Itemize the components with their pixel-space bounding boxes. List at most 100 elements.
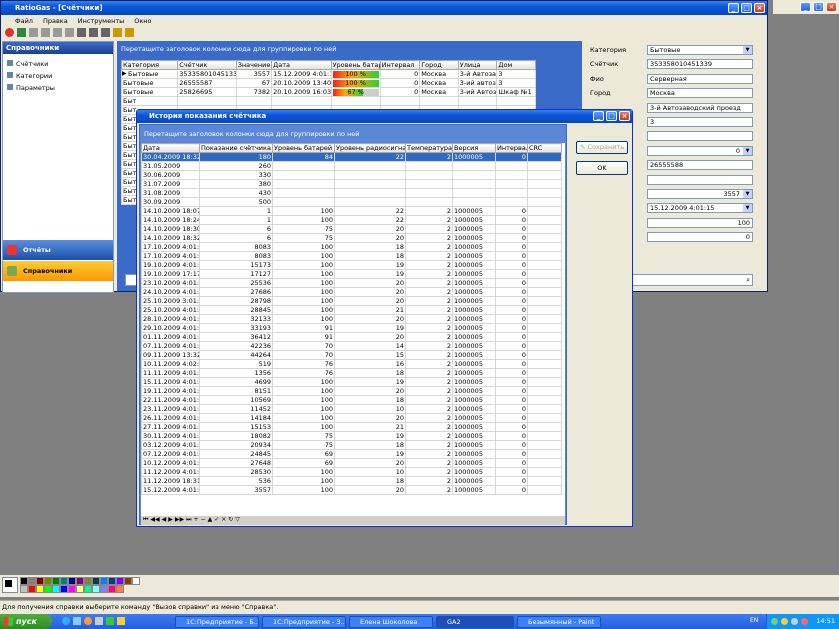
palette-swatch[interactable] — [100, 585, 108, 593]
menu-item-edit[interactable]: Правка — [43, 16, 68, 27]
sidebar-directories-button[interactable]: Справочники — [3, 261, 113, 281]
history-row[interactable]: 23.11.2009 4:01:241145210010210000050 — [141, 404, 562, 414]
taskbar-item-paint[interactable]: Безымянный - Paint — [517, 616, 601, 628]
taskbar-item-chat[interactable]: Елена Шоколова — [349, 616, 433, 628]
excel-icon[interactable] — [17, 28, 26, 37]
minimize-icon[interactable]: _ — [728, 3, 739, 13]
history-row[interactable]: 31.08.2009 430 — [141, 188, 562, 198]
table-row[interactable]: ▶ Бытовые 353358010451339 3557 15.12.2009 4:… — [120, 69, 536, 79]
field-input[interactable]: 3 — [647, 117, 753, 127]
column-header[interactable]: Счётчик — [177, 60, 237, 70]
menu-item-window[interactable]: Окно — [134, 16, 151, 27]
last-record-icon[interactable]: ⏭ — [186, 516, 191, 525]
history-row[interactable]: 31.07.2009 380 — [141, 179, 562, 189]
tool-icon[interactable] — [125, 28, 134, 37]
history-row[interactable]: 15.11.2009 4:01:54469910019210000050 — [141, 377, 562, 387]
palette-swatch[interactable] — [116, 577, 124, 585]
minimize-icon[interactable]: _ — [593, 111, 604, 121]
palette-swatch[interactable] — [100, 577, 108, 585]
menu-item-file[interactable]: Файл — [5, 16, 33, 27]
first-record-icon[interactable]: ⏮ — [143, 516, 148, 525]
cancel-edit-icon[interactable]: × — [221, 516, 226, 525]
tool-icon[interactable] — [29, 28, 38, 37]
history-row[interactable]: 24.10.2009 4:01:252768610020210000050 — [141, 287, 562, 297]
history-row[interactable]: 10.12.2009 4:01:18276486920210000050 — [141, 458, 562, 468]
column-header[interactable]: Дом — [496, 60, 536, 70]
table-row[interactable]: Быт — [120, 96, 536, 106]
palette-swatch[interactable] — [36, 585, 44, 593]
history-row[interactable]: 14.10.2009 18:32:5567520210000050 — [141, 233, 562, 243]
chevron-down-icon[interactable]: ▼ — [743, 46, 752, 54]
field-input[interactable]: 3-й Автозаводский проезд — [647, 102, 753, 113]
palette-swatch[interactable] — [44, 577, 52, 585]
tool-icon[interactable] — [41, 28, 50, 37]
palette-swatch[interactable] — [68, 577, 76, 585]
prev-page-icon[interactable]: ◀◀ — [150, 516, 159, 525]
column-header[interactable]: Значение — [235, 60, 273, 70]
palette-swatch[interactable] — [92, 585, 100, 593]
field-input[interactable]: 100 — [647, 217, 753, 228]
column-header[interactable]: Улица — [457, 60, 498, 70]
history-row[interactable]: 10.11.2009 4:02:375197616210000050 — [141, 359, 562, 369]
column-header[interactable]: Температура — [405, 143, 453, 153]
palette-swatch[interactable] — [60, 577, 68, 585]
chevron-down-icon[interactable]: ▼ — [743, 146, 752, 155]
delete-record-icon[interactable]: − — [201, 516, 206, 525]
column-header[interactable]: Интервал — [379, 60, 421, 70]
tool-icon[interactable] — [113, 28, 122, 37]
ie-icon[interactable] — [62, 617, 70, 625]
palette-swatch[interactable] — [52, 577, 60, 585]
history-row[interactable]: 07.12.2009 4:01:19248456919210000050 — [141, 449, 562, 459]
tool-icon[interactable] — [89, 28, 98, 37]
history-row[interactable]: 22.11.2009 4:01:181056910018210000050 — [141, 395, 562, 405]
desktop-icon[interactable] — [73, 617, 81, 625]
field-input[interactable]: Москва — [647, 88, 753, 99]
tray-icon[interactable] — [801, 618, 808, 625]
app-icon[interactable] — [95, 617, 103, 625]
palette-swatch[interactable] — [84, 585, 92, 593]
history-row[interactable]: 14.10.2009 18:24:38110022210000050 — [141, 215, 562, 225]
palette-swatch[interactable] — [116, 585, 124, 593]
taskbar-item-1c-b[interactable]: 1С:Предприятие - Б... — [175, 616, 259, 628]
maximize-icon[interactable]: □ — [741, 3, 752, 13]
history-row[interactable]: 19.10.2009 4:01:181517310019210000050 — [141, 260, 562, 270]
history-row[interactable]: 11.12.2009 4:01:302853010010210000050 — [141, 467, 562, 477]
post-edit-icon[interactable]: ✓ — [214, 516, 219, 525]
tool-icon[interactable] — [53, 28, 62, 37]
next-record-icon[interactable]: ▶ — [168, 516, 173, 525]
history-row[interactable]: 11.11.2009 4:01:2413567618210000050 — [141, 368, 562, 378]
close-icon[interactable]: × — [826, 2, 837, 12]
close-icon[interactable]: × — [754, 3, 765, 13]
field-input[interactable] — [647, 174, 753, 185]
history-row[interactable]: 26.11.2009 4:01:151418410020210000050 — [141, 413, 562, 423]
history-row[interactable]: 27.11.2009 4:01:251515310021210000050 — [141, 422, 562, 432]
column-header[interactable]: CRC — [527, 143, 562, 153]
field-combobox[interactable]: 0 — [647, 145, 753, 156]
taskbar-item-ga2[interactable]: GA2 — [436, 616, 514, 628]
stop-icon[interactable] — [5, 28, 14, 37]
maximize-icon[interactable]: □ — [606, 111, 617, 121]
palette-swatch[interactable] — [132, 577, 140, 585]
column-header[interactable]: Уровень батарей — [272, 143, 335, 153]
history-row[interactable]: 19.10.2009 17:17:411712710019210000050 — [141, 269, 562, 279]
history-row[interactable]: 11.12.2009 18:31:5853610018210000050 — [141, 476, 562, 486]
history-row[interactable]: 14.10.2009 18:07:55110022210000050 — [141, 206, 562, 216]
save-button[interactable]: ✎ Сохранить — [576, 141, 628, 154]
sidebar-item-parameters[interactable]: Параметры — [7, 84, 55, 92]
field-input[interactable]: 0 — [647, 232, 753, 243]
column-header[interactable]: Дата — [271, 60, 332, 70]
field-input[interactable] — [647, 131, 753, 142]
history-row[interactable]: 25.10.2009 3:01:222879810020210000050 — [141, 296, 562, 306]
history-row[interactable]: 30.06.2009 330 — [141, 170, 562, 180]
palette-swatch[interactable] — [108, 585, 116, 593]
app-icon[interactable] — [117, 617, 125, 625]
taskbar-item-1c-z[interactable]: 1С:Предприятие - З... — [262, 616, 346, 628]
history-row[interactable]: 23.10.2009 4:01:152553610020210000050 — [141, 278, 562, 288]
app-titlebar[interactable]: RatioGas - [Счётчики] _ □ × — [1, 1, 767, 15]
sidebar-item-categories[interactable]: Категории — [7, 72, 52, 80]
tray-icon[interactable] — [771, 618, 778, 625]
history-row[interactable]: 28.10.2009 4:01:153213310020210000050 — [141, 314, 562, 324]
history-row[interactable]: 17.10.2009 4:01:31808310018210000050 — [141, 242, 562, 252]
history-row[interactable]: 25.10.2009 4:01:392884510021210000050 — [141, 305, 562, 315]
table-row[interactable]: Бытовые 25826695738220.10.2009 16:03:12 67… — [120, 87, 536, 97]
